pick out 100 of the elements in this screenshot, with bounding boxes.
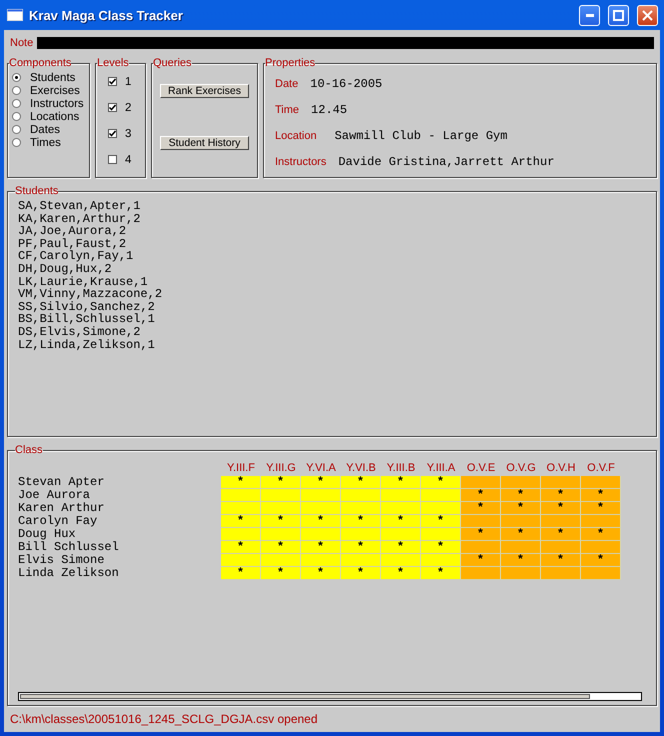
attendance-cell: * xyxy=(501,502,541,515)
attendance-cell: * xyxy=(541,554,581,567)
app-icon xyxy=(7,9,23,21)
student-line: BS,Bill,Schlussel,1 xyxy=(18,313,156,326)
column-header: Y.III.G xyxy=(265,462,297,476)
attendance-cell: * xyxy=(541,528,581,541)
attendance-cell: * xyxy=(261,515,301,528)
group-title: Students xyxy=(15,186,58,197)
group-title: Class xyxy=(15,445,43,456)
attendance-cell: * xyxy=(581,554,621,567)
attendance-cell: * xyxy=(581,502,621,515)
attendance-cell: * xyxy=(501,528,541,541)
student-line: PF,Paul,Faust,2 xyxy=(18,238,126,250)
attendance-cell: * xyxy=(381,567,421,580)
note-field[interactable] xyxy=(37,37,654,49)
attendance-cell: * xyxy=(221,541,261,554)
status-text: C:\km\classes\20051016_1245_SCLG_DGJA.csv opened xyxy=(10,712,318,726)
radio-label: Instructors xyxy=(30,98,84,110)
radio-label: Times xyxy=(30,136,61,148)
student-line: DH,Doug,Hux,2 xyxy=(18,262,113,276)
checkbox-label: 2 xyxy=(125,102,132,114)
column-header: O.V.H xyxy=(546,462,576,476)
attendance-cell: * xyxy=(301,541,341,554)
attendance-cell: * xyxy=(501,489,541,502)
note-label: Note xyxy=(10,37,34,49)
student-name: Elvis Simone xyxy=(18,554,106,567)
checkbox[interactable] xyxy=(108,129,117,138)
attendance-cell: * xyxy=(421,567,461,580)
student-line: DS,Elvis,Simone,2 xyxy=(18,326,142,339)
student-line: JA,Joe,Aurora,2 xyxy=(18,225,126,238)
student-name: Linda Zelikson xyxy=(18,567,120,580)
checkbox-label: 3 xyxy=(125,128,132,140)
attendance-cell: * xyxy=(461,528,501,541)
radio-label: Locations xyxy=(30,110,80,122)
radio-label: Students xyxy=(30,72,76,84)
checkbox[interactable] xyxy=(108,77,117,86)
radio-button[interactable] xyxy=(12,73,21,82)
attendance-cell: * xyxy=(421,541,461,554)
query-button[interactable]: Student History xyxy=(160,136,249,150)
maximize-icon xyxy=(613,10,624,20)
radio-label: Dates xyxy=(30,124,60,136)
group-title: Properties xyxy=(265,58,316,69)
student-line: LK,Laurie,Krause,1 xyxy=(18,276,148,288)
attendance-cell: * xyxy=(301,515,341,528)
radio-button[interactable] xyxy=(12,99,21,108)
attendance-cell: * xyxy=(381,515,421,528)
student-name: Bill Schlussel xyxy=(18,541,120,554)
property-value: Davide Gristina,Jarrett Arthur xyxy=(338,155,554,169)
attendance-cell: * xyxy=(301,476,341,489)
property-value: 10-16-2005 xyxy=(310,77,382,91)
student-line: SS,Silvio,Sanchez,2 xyxy=(18,300,156,314)
attendance-cell: * xyxy=(421,515,461,528)
attendance-cell: * xyxy=(541,489,581,502)
close-button[interactable] xyxy=(637,4,658,26)
column-header: Y.VI.A xyxy=(305,462,337,476)
checkbox[interactable] xyxy=(108,155,117,164)
attendance-cell: * xyxy=(261,541,301,554)
attendance-cell: * xyxy=(261,567,301,580)
group-title: Components xyxy=(9,58,72,69)
attendance-cell: * xyxy=(421,476,461,489)
property-value: 12.45 xyxy=(311,103,348,117)
checkbox[interactable] xyxy=(108,103,117,112)
property-label: Time xyxy=(275,104,300,116)
attendance-cell: * xyxy=(261,476,301,489)
attendance-cell: * xyxy=(501,554,541,567)
maximize-button[interactable] xyxy=(608,4,629,26)
attendance-cell: * xyxy=(221,567,261,580)
attendance-cell: * xyxy=(381,541,421,554)
attendance-cell: * xyxy=(461,502,501,515)
attendance-cell: * xyxy=(341,515,381,528)
group-title: Levels xyxy=(97,58,129,69)
column-header: O.V.F xyxy=(586,462,616,476)
attendance-cell: * xyxy=(461,489,501,502)
horizontal-scrollbar[interactable] xyxy=(18,692,642,701)
attendance-cell: * xyxy=(341,567,381,580)
property-label: Date xyxy=(275,78,298,90)
minimize-button[interactable] xyxy=(579,4,600,26)
student-line: LZ,Linda,Zelikson,1 xyxy=(18,338,156,352)
student-line: CF,Carolyn,Fay,1 xyxy=(18,250,134,263)
column-header: Y.III.A xyxy=(426,462,456,476)
attendance-cell: * xyxy=(221,515,261,528)
property-value: Sawmill Club - Large Gym xyxy=(334,129,508,143)
radio-button[interactable] xyxy=(12,138,21,147)
radio-button[interactable] xyxy=(12,112,21,121)
attendance-cell: * xyxy=(581,489,621,502)
column-header: Y.III.B xyxy=(386,462,416,476)
student-name: Doug Hux xyxy=(18,528,77,541)
attendance-cell: * xyxy=(221,476,261,489)
column-header: O.V.G xyxy=(505,462,537,476)
radio-button[interactable] xyxy=(12,125,21,134)
query-button[interactable]: Rank Exercises xyxy=(160,84,249,98)
radio-button[interactable] xyxy=(12,86,21,95)
attendance-cell: * xyxy=(461,554,501,567)
column-header: O.V.E xyxy=(466,462,496,476)
checkbox-label: 1 xyxy=(125,76,132,88)
property-label: Location xyxy=(275,130,317,142)
close-icon xyxy=(642,10,653,20)
student-line: KA,Karen,Arthur,2 xyxy=(18,212,142,226)
attendance-cell: * xyxy=(301,567,341,580)
column-header: Y.VI.B xyxy=(345,462,377,476)
